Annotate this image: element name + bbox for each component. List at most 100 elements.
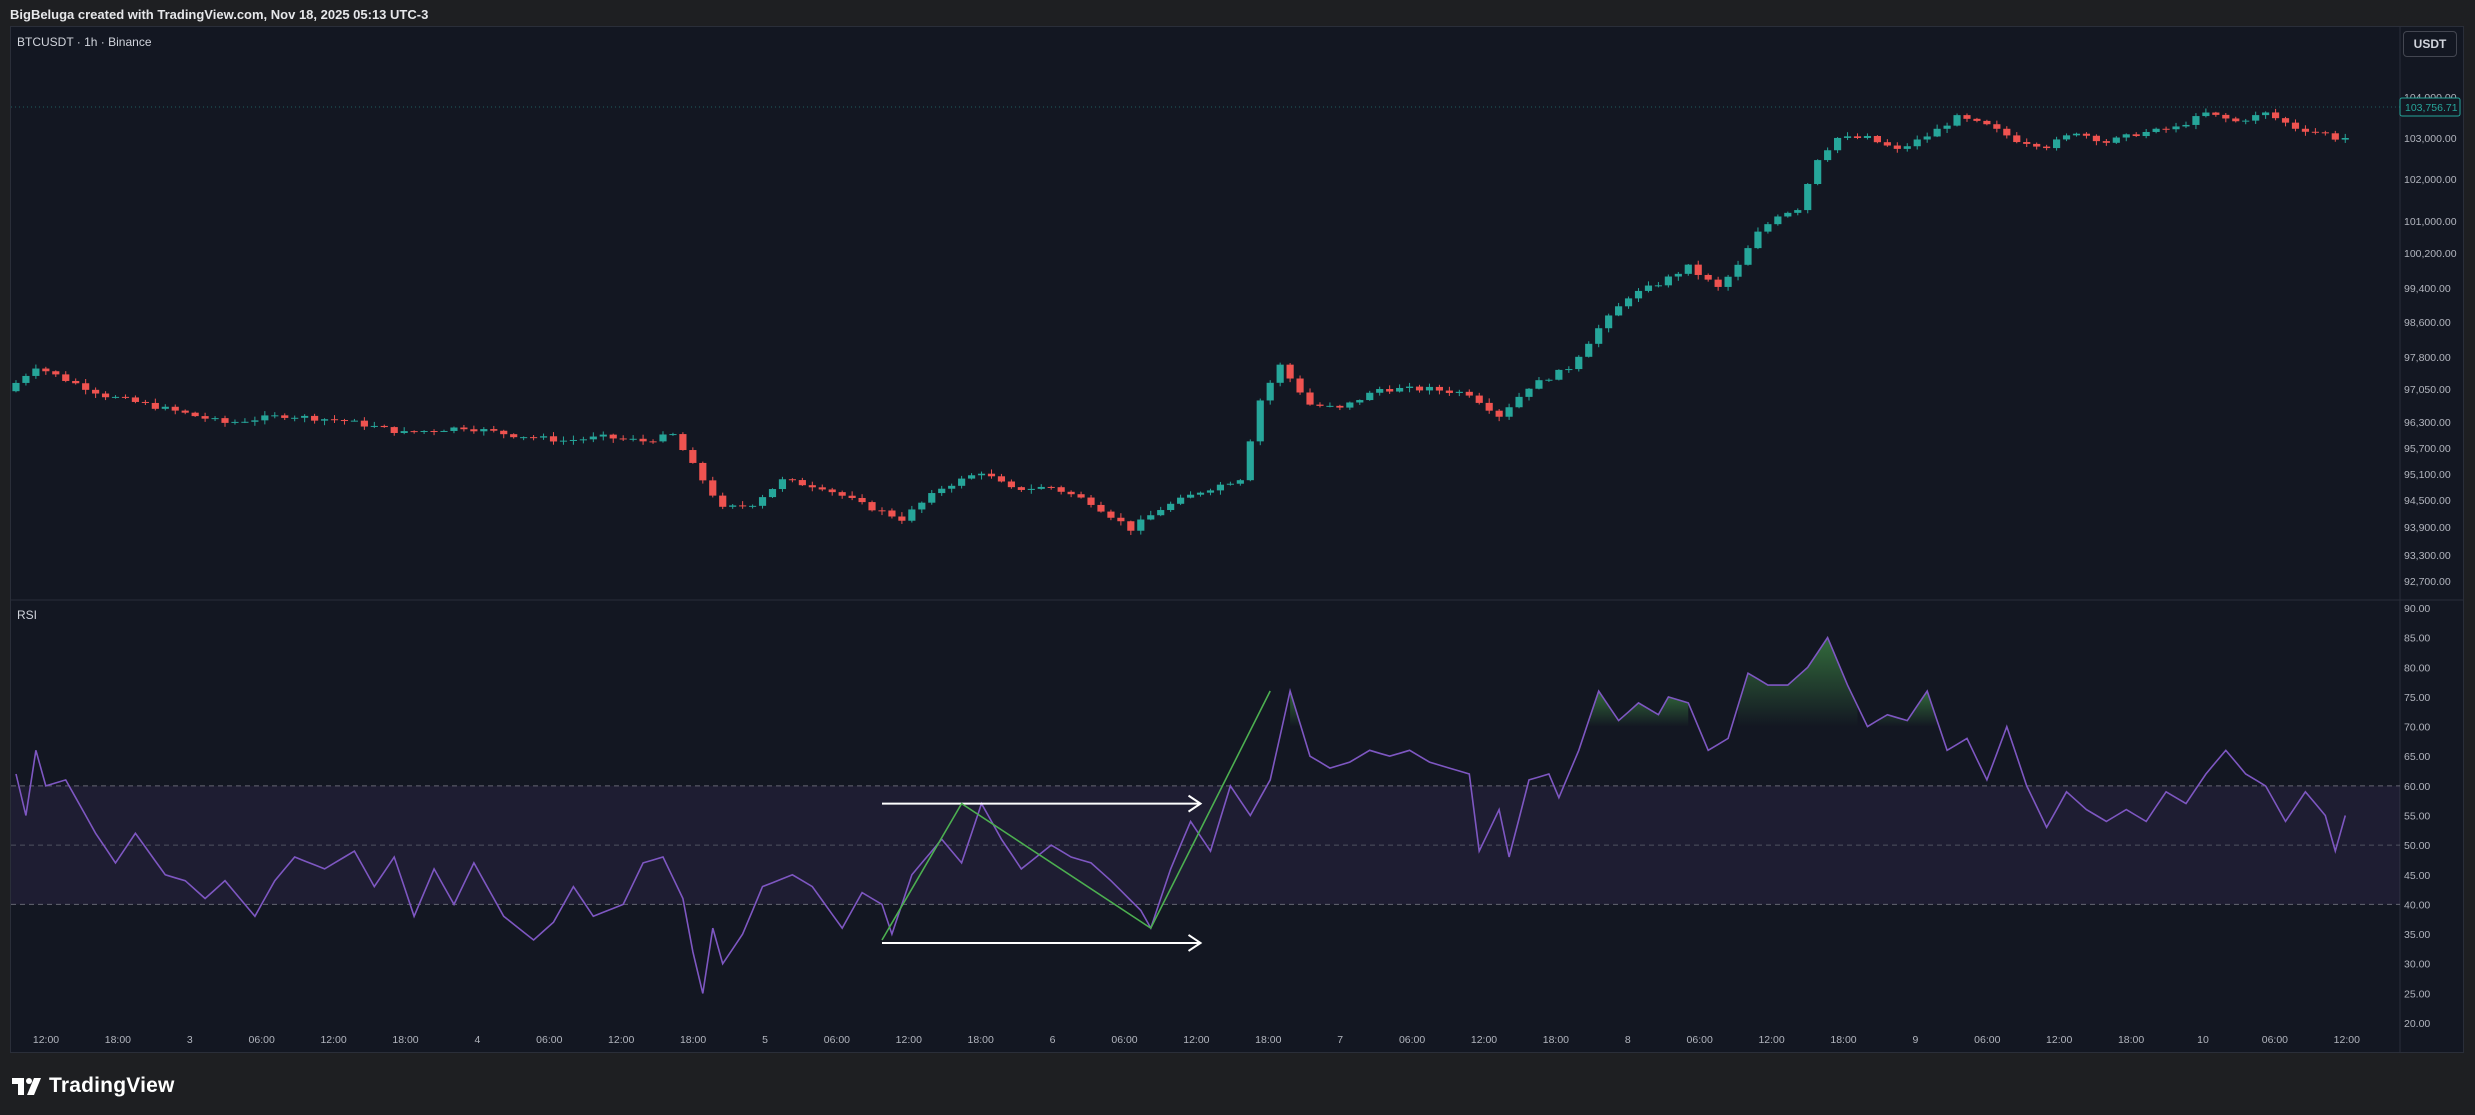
candle (2341, 133, 2349, 143)
candle (1515, 392, 1523, 409)
candle-body (1555, 369, 1563, 380)
candle (510, 433, 518, 439)
candle (559, 436, 568, 445)
candle (530, 435, 538, 441)
rsi-axis-label: 65.00 (2404, 751, 2430, 763)
candle (539, 433, 548, 440)
price-axis-label: 97,050.00 (2404, 384, 2451, 396)
candle (12, 380, 20, 393)
candle (1754, 227, 1762, 250)
candle (1316, 402, 1324, 408)
candle-body (878, 510, 886, 512)
candle (340, 418, 349, 425)
candle-body (141, 401, 149, 403)
candle-body (1167, 503, 1175, 511)
candle (1356, 399, 1364, 405)
currency-button[interactable]: USDT (2403, 31, 2457, 57)
arrow-annotation (881, 934, 1203, 952)
candle-body (1774, 216, 1782, 225)
time-axis-label: 12:00 (608, 1034, 634, 1046)
time-axis-label: 06:00 (1111, 1034, 1137, 1046)
time-axis-label: 12:00 (320, 1034, 346, 1046)
price-axis-label: 97,800.00 (2404, 352, 2451, 364)
time-axis-label: 18:00 (392, 1034, 418, 1046)
candle (2232, 116, 2240, 123)
candle-body (161, 406, 169, 409)
candle-body (848, 495, 856, 498)
candle-body (2242, 120, 2250, 122)
rsi-axis-label: 50.00 (2404, 840, 2430, 852)
candle-body (2182, 124, 2190, 127)
candle-body (938, 488, 946, 494)
candle (271, 412, 279, 419)
candle (549, 432, 558, 445)
time-axis-label: 4 (474, 1034, 480, 1046)
tradingview-logo-text: TradingView (49, 1074, 175, 1097)
candle (599, 431, 607, 441)
candle (1366, 390, 1374, 401)
candle-body (1027, 488, 1035, 490)
candle (151, 398, 159, 411)
candle-body (649, 441, 657, 443)
candle (858, 494, 866, 505)
candle-body (2331, 133, 2339, 140)
candle-body (1435, 386, 1444, 391)
candle (2142, 128, 2150, 139)
candle (1714, 276, 1722, 291)
candle (2192, 113, 2200, 130)
candle-body (997, 476, 1006, 482)
candle (2301, 125, 2310, 136)
candle (1624, 296, 1633, 309)
candle-body (1853, 136, 1862, 138)
candle-body (2122, 134, 2130, 138)
candle-body (520, 437, 528, 439)
candle-body (241, 421, 249, 423)
candle (141, 399, 149, 406)
candle (649, 439, 657, 444)
candle (838, 490, 846, 499)
chart-canvas[interactable]: 104,000.00103,000.00102,000.00101,000.00… (0, 0, 2475, 1115)
rsi-indicator-label[interactable]: RSI (17, 608, 37, 622)
candle (1246, 439, 1254, 482)
candle-body (838, 492, 846, 496)
candle (311, 413, 319, 424)
candle (1286, 363, 1294, 383)
candle-body (2092, 135, 2100, 142)
candle-body (2033, 143, 2041, 147)
candle (251, 416, 259, 426)
candle (1933, 124, 1941, 138)
candle-body (1216, 484, 1225, 491)
candle-body (1256, 400, 1264, 442)
candle-body (62, 374, 70, 381)
candle-body (450, 427, 458, 431)
symbol-legend[interactable]: BTCUSDT · 1h · Binance (17, 35, 152, 49)
candle-body (569, 439, 577, 441)
time-axis-label: 18:00 (1830, 1034, 1856, 1046)
candle-body (2311, 131, 2319, 133)
candle-body (1206, 490, 1215, 493)
candle-body (918, 502, 926, 510)
candle-body (1794, 210, 1802, 213)
candle (440, 429, 448, 433)
candle-body (1177, 497, 1185, 504)
candle (1007, 479, 1015, 489)
candle (1913, 135, 1921, 150)
candle-body (739, 505, 747, 507)
rsi-axis-label: 70.00 (2404, 722, 2430, 734)
time-axis-label: 10 (2197, 1034, 2209, 1046)
price-axis-label: 95,700.00 (2404, 443, 2451, 455)
candle-body (2301, 128, 2310, 132)
candle (2033, 142, 2041, 150)
candle (301, 414, 309, 423)
candle-body (1913, 139, 1921, 147)
candle-body (818, 487, 826, 490)
rsi-axis-label: 20.00 (2404, 1018, 2430, 1030)
candle (460, 424, 468, 432)
candle (1097, 501, 1105, 513)
candle (1525, 388, 1533, 401)
candle (639, 434, 647, 445)
candle-body (609, 434, 617, 439)
candle-body (1306, 392, 1314, 405)
candle (490, 425, 498, 433)
tradingview-logo[interactable]: TradingView (12, 1074, 175, 1098)
